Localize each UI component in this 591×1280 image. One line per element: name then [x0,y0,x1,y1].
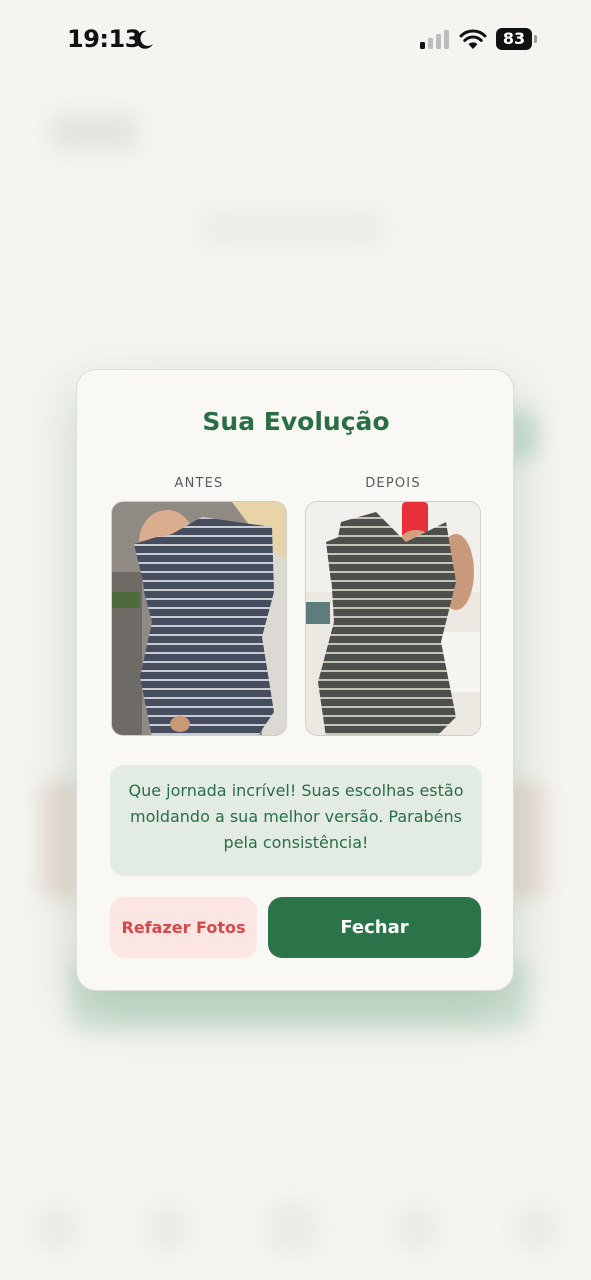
evolution-modal: Sua Evolução ANTES DEPOIS Que jornada in… [76,369,514,991]
before-photo [111,501,287,736]
blurred-header-button [50,112,138,152]
battery-level: 83 [502,29,526,48]
blurred-tab-4 [395,1205,440,1250]
before-label: ANTES [174,476,224,491]
blurred-card-left [40,780,80,900]
status-bar: 19:13 83 [0,0,591,80]
wifi-icon [459,29,487,49]
retake-photos-button[interactable]: Refazer Fotos [110,897,257,958]
blurred-tab-2 [145,1205,190,1250]
blurred-tab-1 [35,1205,80,1250]
after-label: DEPOIS [365,476,421,491]
encouragement-message: Que jornada incrível! Suas escolhas estã… [128,781,464,852]
encouragement-message-box: Que jornada incrível! Suas escolhas estã… [110,765,482,876]
modal-title: Sua Evolução [202,407,390,436]
close-button[interactable]: Fechar [268,897,481,958]
status-time: 19:13 [67,25,141,53]
blurred-tab-3 [265,1200,320,1255]
moon-icon [136,30,153,49]
battery-icon: 83 [496,28,540,50]
blurred-heading [200,210,385,246]
after-photo [305,501,481,736]
cellular-signal-icon [420,30,449,49]
blurred-tab-5 [515,1205,560,1250]
